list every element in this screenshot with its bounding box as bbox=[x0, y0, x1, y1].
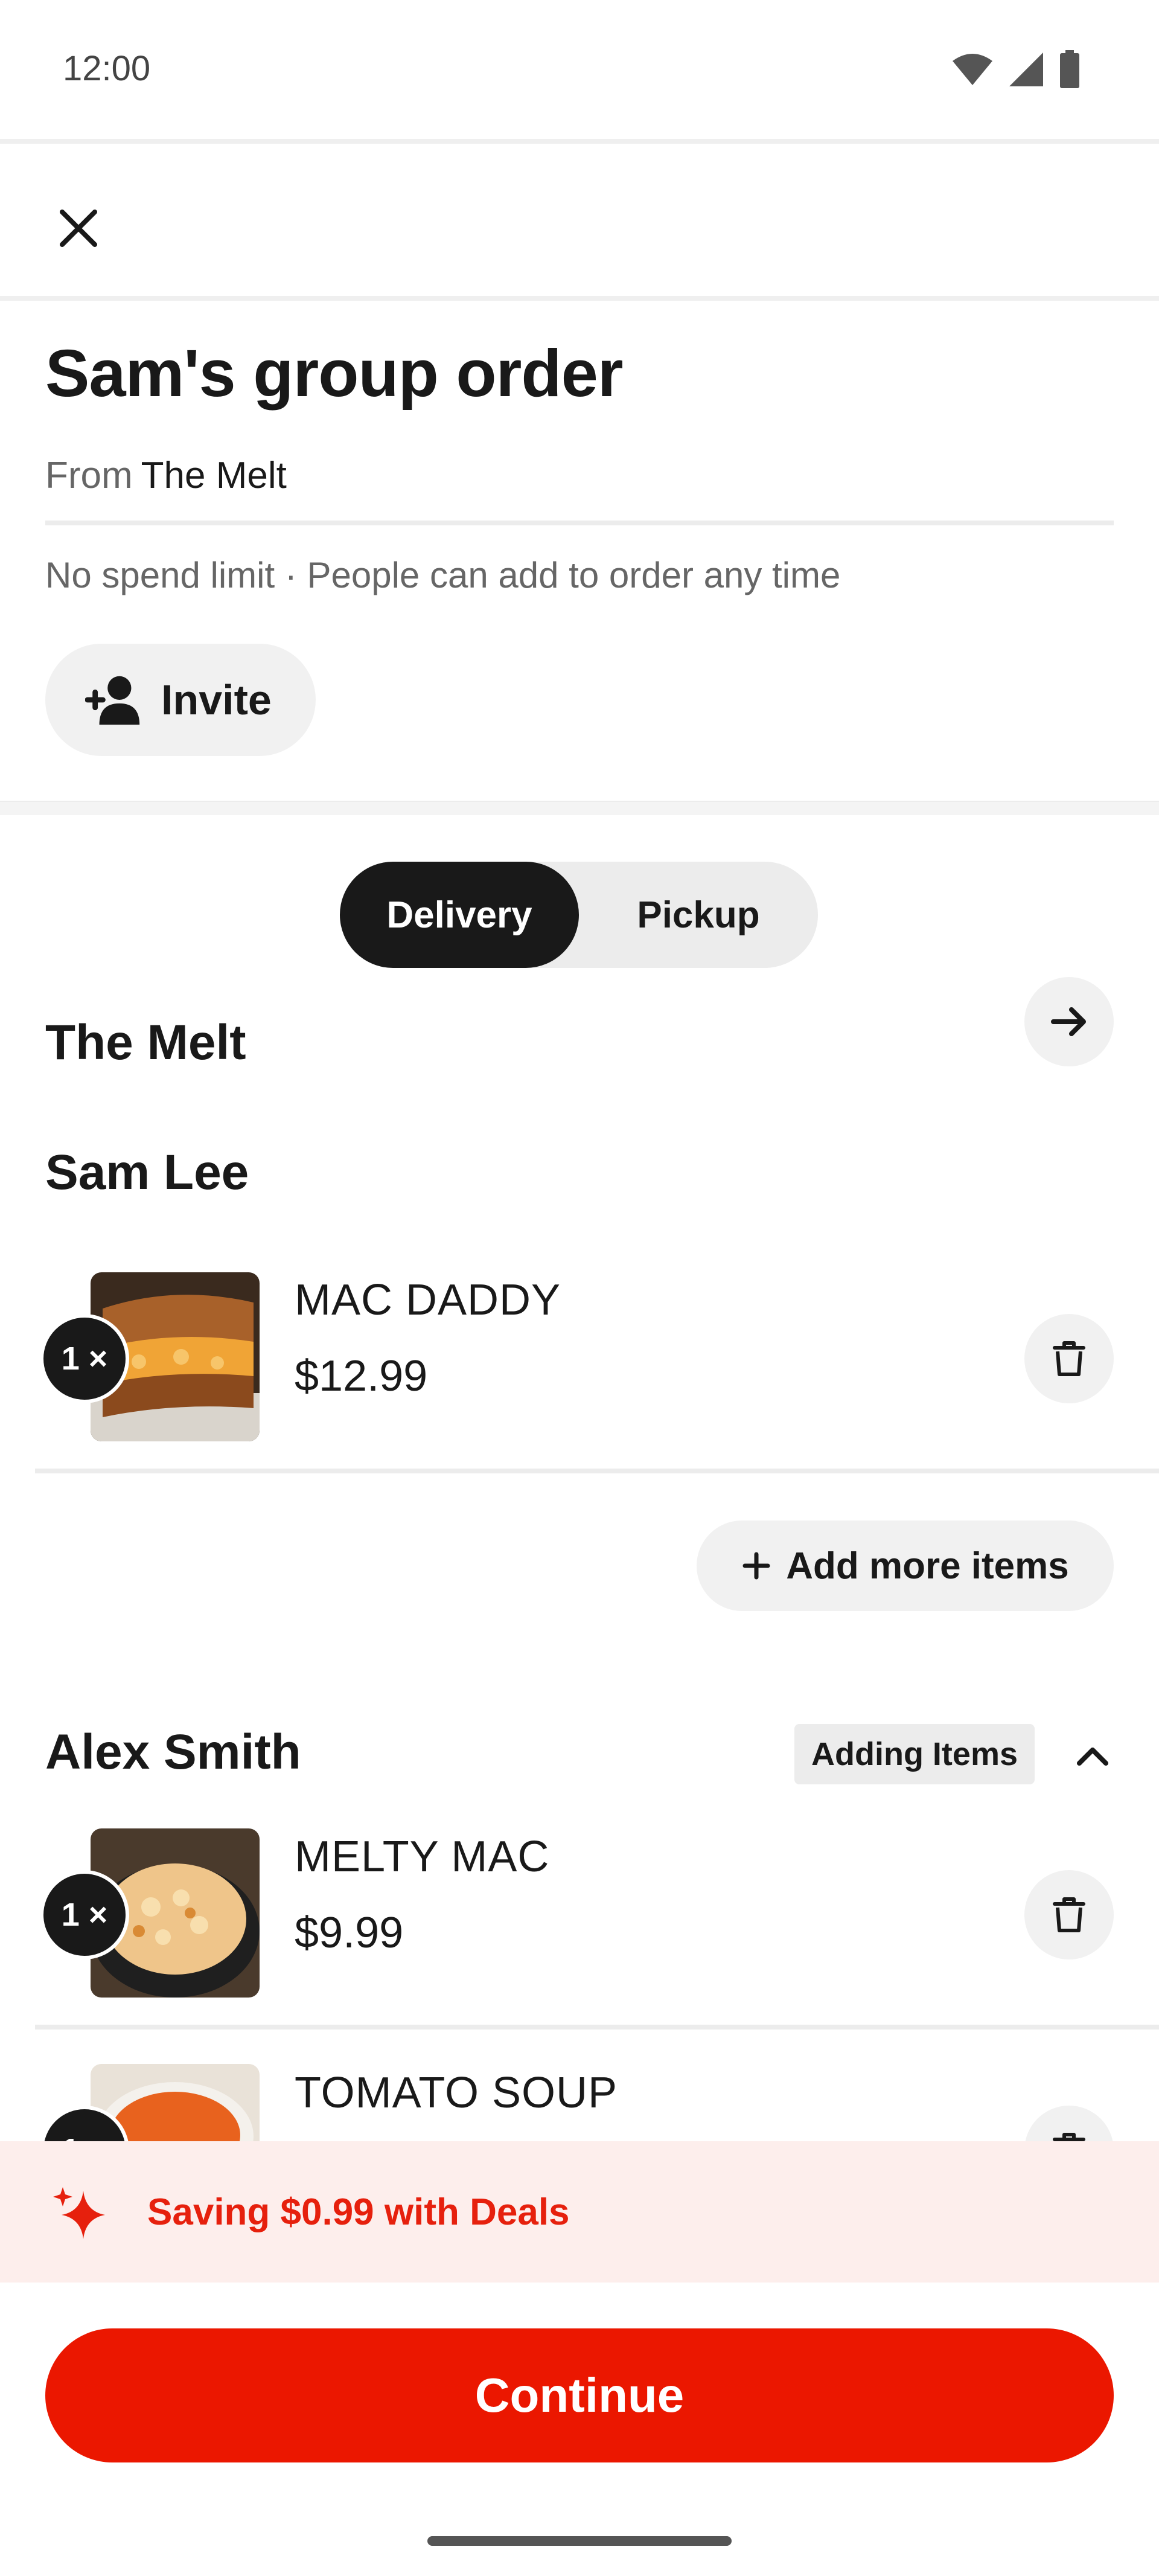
collapse-button[interactable] bbox=[1068, 1732, 1117, 1780]
status-bar: 12:00 bbox=[0, 0, 1159, 139]
from-store-name: The Melt bbox=[141, 455, 287, 496]
divider bbox=[45, 521, 1114, 525]
trash-icon bbox=[1053, 1897, 1085, 1932]
arrow-right-icon bbox=[1051, 1007, 1086, 1036]
item-price: $12.99 bbox=[295, 1352, 428, 1400]
plus-icon bbox=[742, 1552, 770, 1580]
home-indicator[interactable] bbox=[427, 2536, 732, 2546]
item-price: $9.99 bbox=[295, 1909, 404, 1957]
status-icons bbox=[951, 50, 1081, 88]
battery-icon bbox=[1060, 50, 1079, 88]
from-label: From bbox=[45, 455, 133, 496]
trash-icon bbox=[1053, 1341, 1085, 1376]
store-details-button[interactable] bbox=[1024, 977, 1114, 1066]
close-button[interactable] bbox=[48, 198, 109, 258]
pickup-option[interactable]: Pickup bbox=[579, 862, 818, 968]
item-name: MELTY MAC bbox=[295, 1833, 550, 1881]
quantity-badge[interactable]: 1 × bbox=[40, 1870, 129, 1959]
sparkle-icon bbox=[53, 2187, 105, 2239]
fulfillment-toggle: Delivery Pickup bbox=[340, 862, 818, 968]
item-name: TOMATO SOUP bbox=[295, 2069, 618, 2117]
signal-icon bbox=[1009, 53, 1043, 86]
wifi-icon bbox=[953, 54, 992, 85]
row-divider bbox=[35, 2025, 1159, 2030]
group-order-screen: 12:00 Sam's group order From The Melt No … bbox=[0, 0, 1159, 2576]
add-person-icon bbox=[85, 676, 140, 725]
top-app-bar bbox=[0, 139, 1159, 301]
participant-name: Alex Smith bbox=[45, 1725, 301, 1780]
store-name: The Melt bbox=[45, 1015, 246, 1070]
deals-banner: Saving $0.99 with Deals bbox=[0, 2141, 1159, 2283]
delivery-option[interactable]: Delivery bbox=[340, 862, 579, 968]
remove-item-button[interactable] bbox=[1024, 1314, 1114, 1403]
quantity-badge[interactable]: 1 × bbox=[40, 1314, 129, 1403]
continue-button[interactable]: Continue bbox=[45, 2328, 1114, 2462]
section-separator bbox=[0, 801, 1159, 815]
close-icon bbox=[60, 210, 97, 247]
participant-name: Sam Lee bbox=[45, 1145, 249, 1200]
page-title: Sam's group order bbox=[45, 336, 624, 411]
chevron-up-icon bbox=[1077, 1748, 1108, 1766]
add-more-items-button[interactable]: Add more items bbox=[697, 1520, 1114, 1611]
deals-text: Saving $0.99 with Deals bbox=[147, 2191, 570, 2233]
from-line: From The Melt bbox=[45, 454, 287, 497]
invite-button[interactable]: Invite bbox=[45, 644, 316, 756]
status-time: 12:00 bbox=[63, 49, 151, 88]
invite-label: Invite bbox=[161, 676, 272, 723]
status-badge: Adding Items bbox=[794, 1724, 1035, 1784]
item-name: MAC DADDY bbox=[295, 1276, 561, 1324]
add-more-items-label: Add more items bbox=[786, 1545, 1069, 1587]
row-divider bbox=[35, 1469, 1159, 1473]
remove-item-button[interactable] bbox=[1024, 1870, 1114, 1959]
spend-limit-text: No spend limit · People can add to order… bbox=[45, 555, 841, 595]
